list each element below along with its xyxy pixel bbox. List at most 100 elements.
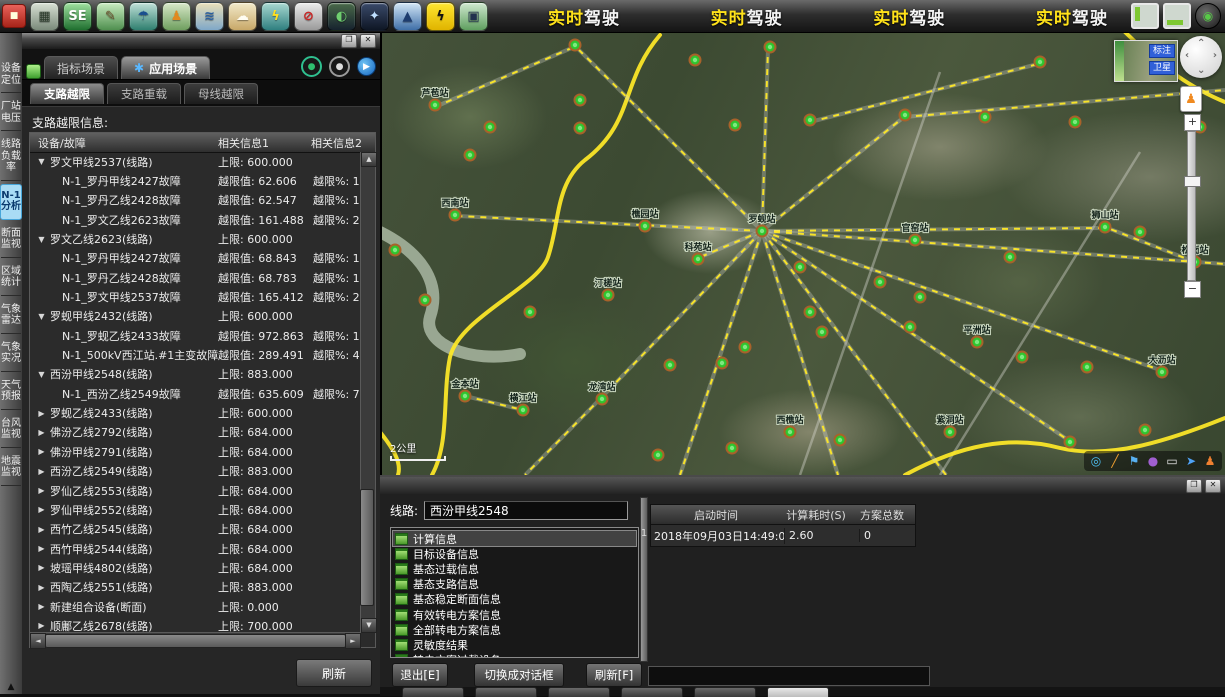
table-row[interactable]: ▶罗仙乙线2553(线路)上限: 684.000	[30, 481, 361, 500]
sidebar-item-10[interactable]: 台风 监视	[1, 413, 21, 448]
layout-left-icon[interactable]	[1131, 3, 1159, 29]
sidebar-item-6[interactable]: 区域 统计	[1, 261, 21, 296]
layout-bottom-icon[interactable]	[1163, 3, 1191, 29]
sidebar-item-3[interactable]: 线路 负载 率	[1, 134, 21, 181]
vertical-scrollbar[interactable]: ▲ ▼	[360, 152, 375, 633]
line-input[interactable]	[424, 501, 628, 520]
refresh-button[interactable]: 刷新[F]	[586, 663, 642, 687]
scroll-up-icon[interactable]: ▲	[361, 152, 377, 167]
col-start-time[interactable]: 启动时间	[651, 507, 781, 523]
subtab-branch-overload[interactable]: 支路重载	[107, 83, 181, 104]
table-row[interactable]: ▼罗文甲线2537(线路)上限: 600.000	[30, 152, 361, 171]
se-icon[interactable]: SE	[63, 2, 92, 31]
sidebar-item-5[interactable]: 断面 监视	[1, 223, 21, 258]
sidebar-collapse-icon[interactable]: ▲	[8, 682, 15, 694]
cloud-icon[interactable]: ☁	[228, 2, 257, 31]
zoom-in-button[interactable]: +	[1184, 114, 1201, 131]
layer-annotation-button[interactable]: 标注	[1149, 44, 1175, 58]
calc-list-item[interactable]: 全部转电方案信息	[393, 622, 636, 637]
col-calc-time[interactable]: 计算耗时(S)	[781, 507, 851, 523]
pan-down-icon[interactable]: ⌄	[1197, 65, 1205, 76]
expanded-icon[interactable]: ▼	[36, 370, 47, 379]
table-row[interactable]: ▶N-1_西汾乙线2549故障越限值: 635.609越限%: 71.9	[30, 384, 361, 403]
wave-icon[interactable]: ≋	[195, 2, 224, 31]
calc-list-item[interactable]: 基态稳定断面信息	[393, 592, 636, 607]
footer-tab[interactable]	[621, 687, 683, 697]
table-row[interactable]: ▶罗蚬乙线2433(线路)上限: 600.000	[30, 403, 361, 422]
eye-icon[interactable]: ◉	[1195, 3, 1221, 29]
subtab-bus-overlimit[interactable]: 母线越限	[184, 83, 258, 104]
panel-splitter[interactable]	[640, 497, 648, 662]
edit-icon[interactable]: ✎	[96, 2, 125, 31]
map-pan-control[interactable]: ⌃ ⌄ ‹ ›	[1180, 36, 1222, 78]
refresh-button[interactable]: 刷新	[296, 659, 372, 687]
sidebar-item-11[interactable]: 地震 监视	[1, 451, 21, 486]
col-info2[interactable]: 相关信息2	[311, 135, 375, 151]
stop-button[interactable]: ■	[2, 4, 26, 28]
table-row[interactable]: ▶西汾乙线2549(线路)上限: 883.000	[30, 462, 361, 481]
person-marker-icon[interactable]: ♟	[1202, 453, 1218, 469]
layers-error-icon[interactable]: ⊘	[294, 2, 323, 31]
collapsed-icon[interactable]: ▶	[36, 563, 47, 572]
layer-satellite-button[interactable]: 卫星	[1149, 61, 1175, 75]
calc-list-item[interactable]: 灵敏度结果	[393, 637, 636, 652]
calc-list-item[interactable]: 目标设备信息	[393, 546, 636, 561]
scroll-left-icon[interactable]: ◄	[30, 633, 46, 649]
mountain-chart-icon[interactable]: ▲	[393, 2, 422, 31]
ruler-icon[interactable]: ╱	[1107, 453, 1123, 469]
table-row[interactable]: ▼罗文乙线2623(线路)上限: 600.000	[30, 229, 361, 248]
expanded-icon[interactable]: ▼	[36, 312, 47, 321]
pan-up-icon[interactable]: ⌃	[1197, 38, 1205, 49]
calc-list-item[interactable]: 基态支路信息	[393, 577, 636, 592]
network-icon[interactable]: ✦	[360, 2, 389, 31]
status-field[interactable]	[648, 666, 930, 686]
subtab-branch-overlimit[interactable]: 支路越限	[30, 83, 104, 104]
zoom-out-button[interactable]: −	[1184, 281, 1201, 298]
play-icon[interactable]: ▶	[357, 57, 376, 76]
table-row[interactable]: ▶佛汾乙线2792(线路)上限: 684.000	[30, 423, 361, 442]
target-toggle-icon[interactable]: ●	[329, 56, 350, 77]
operator-icon[interactable]: ▣	[459, 2, 488, 31]
sidebar-item-8[interactable]: 气象 实况	[1, 337, 21, 372]
footer-tab[interactable]	[694, 687, 756, 697]
table-row[interactable]: ▶N-1_罗丹甲线2427故障越限值: 68.843越限%: 11.4	[30, 249, 361, 268]
table-row[interactable]: ▶佛汾甲线2791(线路)上限: 684.000	[30, 442, 361, 461]
table-row[interactable]: ▶N-1_罗丹甲线2427故障越限值: 62.606越限%: 10.4	[30, 171, 361, 190]
float-window-icon[interactable]: ❐	[341, 34, 357, 48]
close-icon[interactable]: ✕	[360, 34, 376, 48]
table-row[interactable]: ▼罗蚬甲线2432(线路)上限: 600.000	[30, 307, 361, 326]
footer-tab[interactable]	[402, 687, 464, 697]
zoom-handle[interactable]	[1184, 176, 1201, 187]
table-row[interactable]: ▶西竹乙线2545(线路)上限: 684.000	[30, 520, 361, 539]
collapsed-icon[interactable]: ▶	[36, 505, 47, 514]
close-icon[interactable]: ✕	[1205, 479, 1221, 493]
horizontal-scrollbar[interactable]: ◄ ►	[30, 632, 361, 647]
scroll-thumb[interactable]	[360, 489, 374, 606]
overview-minimap[interactable]: 标注 卫星	[1114, 40, 1178, 82]
pan-left-icon[interactable]: ‹	[1185, 50, 1189, 61]
signpost-icon[interactable]: ▭	[1164, 453, 1180, 469]
zoom-track[interactable]	[1187, 131, 1196, 281]
streetview-person-icon[interactable]: ♟	[1180, 86, 1202, 112]
table-row[interactable]: ▶N-1_罗文甲线2537故障越限值: 165.412越限%: 27.5	[30, 287, 361, 306]
table-row[interactable]: ▶N-1_罗蚬乙线2433故障越限值: 972.863越限%: 162	[30, 326, 361, 345]
gauge-icon[interactable]: ▦	[30, 2, 59, 31]
sidebar-item-4[interactable]: N-1 分析	[0, 184, 22, 220]
table-row[interactable]: ▶顺鄘乙线2678(线路)上限: 700.000	[30, 616, 361, 633]
collapsed-icon[interactable]: ▶	[36, 486, 47, 495]
collapsed-icon[interactable]: ▶	[36, 583, 47, 592]
collapsed-icon[interactable]: ▶	[36, 544, 47, 553]
navigate-icon[interactable]: ➤	[1183, 453, 1199, 469]
table-row[interactable]: ▶N-1_罗丹乙线2428故障越限值: 68.783越限%: 11.4	[30, 268, 361, 287]
expanded-icon[interactable]: ▼	[36, 157, 47, 166]
result-row[interactable]: 2018年09月03日14:49:09 2.60 0	[650, 525, 916, 547]
power-warning-icon[interactable]: ϟ	[426, 2, 455, 31]
float-window-icon[interactable]: ❐	[1186, 479, 1202, 493]
pan-right-icon[interactable]: ›	[1213, 50, 1217, 61]
footer-tab-active[interactable]	[767, 687, 829, 697]
collapsed-icon[interactable]: ▶	[36, 428, 47, 437]
col-info1[interactable]: 相关信息1	[218, 135, 311, 151]
rain-cloud-icon[interactable]: ☂	[129, 2, 158, 31]
lightning-icon[interactable]: ϟ	[261, 2, 290, 31]
collapsed-icon[interactable]: ▶	[36, 447, 47, 456]
